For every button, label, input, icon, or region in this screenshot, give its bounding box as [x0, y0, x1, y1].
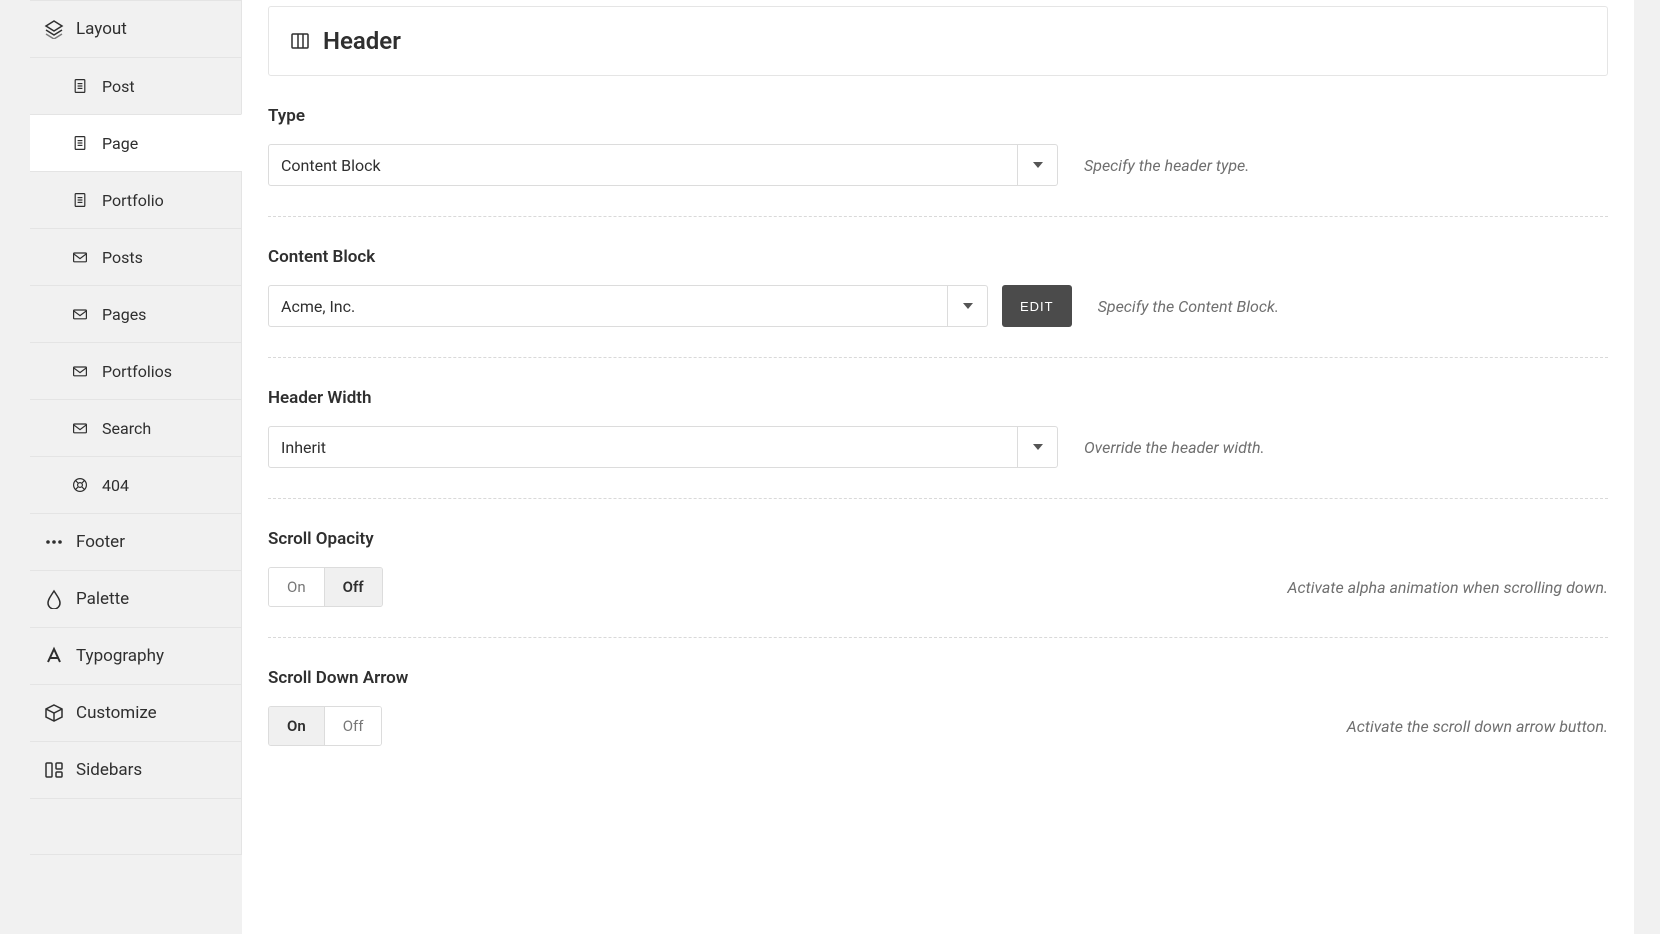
sidebar-item-label: Portfolios — [102, 362, 172, 381]
sidebar-item-404[interactable]: 404 — [30, 456, 242, 513]
dots-icon — [44, 532, 64, 552]
sidebar-item-pages[interactable]: Pages — [30, 285, 242, 342]
columns-icon — [289, 30, 311, 52]
sidebar-item-search[interactable]: Search — [30, 399, 242, 456]
sidebar-item-label: Post — [102, 77, 135, 96]
scroll-opacity-on[interactable]: On — [269, 568, 324, 606]
sidebar-item-label: Palette — [76, 589, 129, 609]
sidebar-item-label: Footer — [76, 532, 125, 552]
field-hint-scroll-opacity: Activate alpha animation when scrolling … — [1287, 578, 1608, 597]
field-scroll-down-arrow: Scroll Down Arrow On Off Activate the sc… — [268, 668, 1608, 750]
sidebar-item-customize[interactable]: Customize — [30, 684, 242, 741]
chevron-down-icon — [1017, 427, 1057, 467]
cube-icon — [44, 703, 64, 723]
scroll-down-arrow-off[interactable]: Off — [324, 707, 382, 745]
content-block-select-value: Acme, Inc. — [269, 286, 947, 326]
blank-icon — [44, 817, 64, 837]
field-label-header-width: Header Width — [268, 388, 1608, 408]
file-icon — [70, 190, 90, 210]
main-panel: Header Type Content Block Specify the he… — [242, 0, 1660, 934]
field-label-content-block: Content Block — [268, 247, 1608, 267]
sidebar-item-label: 404 — [102, 476, 129, 495]
chevron-down-icon — [1017, 145, 1057, 185]
sidebar-item-post[interactable]: Post — [30, 57, 242, 114]
type-select-value: Content Block — [269, 145, 1017, 185]
scroll-down-arrow-on[interactable]: On — [269, 707, 324, 745]
sidebar-item-label: Sidebars — [76, 760, 142, 780]
lifebuoy-icon — [70, 475, 90, 495]
field-label-scroll-down-arrow: Scroll Down Arrow — [268, 668, 1608, 688]
archive-icon — [70, 418, 90, 438]
field-label-scroll-opacity: Scroll Opacity — [268, 529, 1608, 549]
file-icon — [70, 133, 90, 153]
field-hint-header-width: Override the header width. — [1084, 438, 1265, 457]
sidebar-item-page[interactable]: Page — [30, 114, 242, 171]
archive-icon — [70, 304, 90, 324]
sidebar-item-layout[interactable]: Layout — [30, 0, 242, 57]
sidebar-item-portfolio[interactable]: Portfolio — [30, 171, 242, 228]
field-content-block: Content Block Acme, Inc. EDIT Specify th… — [268, 247, 1608, 358]
file-icon — [70, 76, 90, 96]
sidebar-item-portfolios[interactable]: Portfolios — [30, 342, 242, 399]
sidebar-item-label: Typography — [76, 646, 164, 666]
sidebar-item-footer[interactable]: Footer — [30, 513, 242, 570]
sidebar-item-palette[interactable]: Palette — [30, 570, 242, 627]
field-label-type: Type — [268, 106, 1608, 126]
sidebar-item-label: Portfolio — [102, 191, 164, 210]
content-block-select[interactable]: Acme, Inc. — [268, 285, 988, 327]
field-header-width: Header Width Inherit Override the header… — [268, 388, 1608, 499]
field-hint-scroll-down-arrow: Activate the scroll down arrow button. — [1347, 717, 1608, 736]
field-hint-type: Specify the header type. — [1084, 156, 1249, 175]
scroll-opacity-toggle: On Off — [268, 567, 383, 607]
sidebars-icon — [44, 760, 64, 780]
sidebar-item-next[interactable] — [30, 798, 242, 855]
sidebar-item-posts[interactable]: Posts — [30, 228, 242, 285]
sidebar-item-label: Posts — [102, 248, 143, 267]
sidebar-item-label: Page — [102, 134, 138, 153]
sidebar-item-label: Customize — [76, 703, 157, 723]
sidebar: Layout Post Page Portfolio Posts Pages — [0, 0, 242, 934]
scroll-down-arrow-toggle: On Off — [268, 706, 382, 746]
sidebar-item-typography[interactable]: Typography — [30, 627, 242, 684]
archive-icon — [70, 361, 90, 381]
field-hint-content-block: Specify the Content Block. — [1098, 297, 1279, 316]
field-type: Type Content Block Specify the header ty… — [268, 106, 1608, 217]
chevron-down-icon — [947, 286, 987, 326]
layers-icon — [44, 19, 64, 39]
sidebar-item-label: Layout — [76, 19, 127, 39]
archive-icon — [70, 247, 90, 267]
panel-header: Header — [268, 6, 1608, 76]
sidebar-item-label: Search — [102, 419, 151, 438]
panel-title: Header — [323, 27, 401, 55]
edit-button[interactable]: EDIT — [1002, 285, 1072, 327]
sidebar-item-label: Pages — [102, 305, 146, 324]
type-select[interactable]: Content Block — [268, 144, 1058, 186]
scroll-opacity-off[interactable]: Off — [324, 568, 382, 606]
drop-icon — [44, 589, 64, 609]
header-width-select[interactable]: Inherit — [268, 426, 1058, 468]
font-icon — [44, 646, 64, 666]
sidebar-item-sidebars[interactable]: Sidebars — [30, 741, 242, 798]
field-scroll-opacity: Scroll Opacity On Off Activate alpha ani… — [268, 529, 1608, 638]
header-width-select-value: Inherit — [269, 427, 1017, 467]
